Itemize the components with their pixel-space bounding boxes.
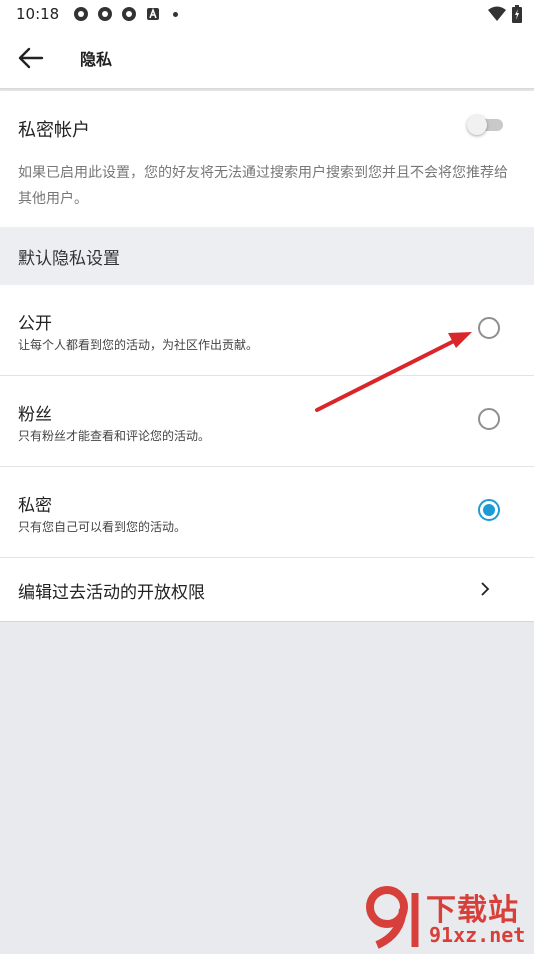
private-account-section: 私密帐户 如果已启用此设置，您的好友将无法通过搜索用户搜索到您并且不会将您推荐给… [0, 91, 534, 227]
radio-private[interactable] [478, 499, 500, 521]
app-bar: 隐私 [0, 28, 534, 89]
option-title: 私密 [18, 496, 52, 516]
arrow-left-icon [18, 47, 44, 69]
private-account-toggle[interactable] [467, 115, 505, 135]
radio-followers[interactable] [478, 408, 500, 430]
edit-past-activities-row[interactable]: 编辑过去活动的开放权限 [0, 558, 534, 621]
option-title: 公开 [18, 314, 52, 334]
option-description: 只有粉丝才能查看和评论您的活动。 [18, 429, 211, 443]
option-title: 粉丝 [18, 405, 52, 425]
privacy-option-followers[interactable]: 粉丝 只有粉丝才能查看和评论您的活动。 [0, 376, 534, 467]
system-icons [488, 5, 522, 23]
app-notification-icon [98, 7, 113, 21]
option-description: 让每个人都看到您的活动，为社区作出贡献。 [18, 338, 259, 352]
app-notification-icon [122, 7, 137, 21]
toggle-knob [467, 115, 487, 135]
radio-public[interactable] [478, 317, 500, 339]
edit-past-activities-label: 编辑过去活动的开放权限 [18, 583, 205, 603]
app-notification-icon [74, 7, 89, 21]
privacy-option-public[interactable]: 公开 让每个人都看到您的活动，为社区作出贡献。 [0, 285, 534, 376]
watermark-91-icon [366, 886, 419, 949]
a-notification-icon [147, 7, 160, 20]
notification-icons [73, 6, 179, 22]
status-bar: 10:18 [0, 0, 534, 28]
privacy-options-list: 公开 让每个人都看到您的活动，为社区作出贡献。 粉丝 只有粉丝才能查看和评论您的… [0, 285, 534, 622]
more-notifications-dot [173, 11, 179, 17]
page-title: 隐私 [80, 50, 113, 69]
battery-icon [512, 5, 522, 23]
private-account-label: 私密帐户 [18, 120, 90, 141]
wifi-icon [488, 6, 506, 21]
chevron-right-icon [481, 582, 490, 596]
watermark-text-bottom: 91xz.net [429, 923, 526, 947]
back-button[interactable] [16, 46, 46, 70]
privacy-option-private[interactable]: 私密 只有您自己可以看到您的活动。 [0, 467, 534, 558]
watermark-logo: 下载站 91xz.net [365, 885, 534, 950]
default-privacy-header-label: 默认隐私设置 [18, 249, 120, 269]
status-time: 10:18 [16, 5, 60, 23]
private-account-description: 如果已启用此设置，您的好友将无法通过搜索用户搜索到您并且不会将您推荐给其他用户。 [18, 165, 508, 207]
option-description: 只有您自己可以看到您的活动。 [18, 520, 187, 534]
default-privacy-header: 默认隐私设置 [0, 227, 534, 285]
